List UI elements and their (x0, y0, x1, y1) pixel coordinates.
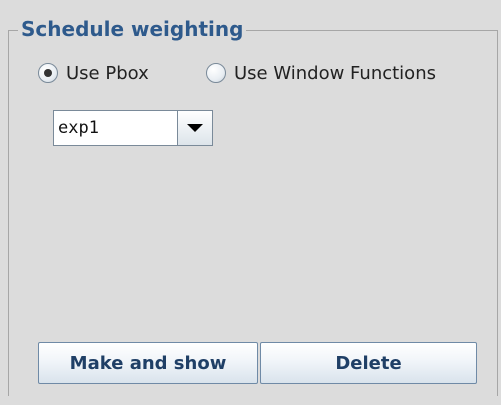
schedule-weighting-panel: Schedule weighting Use Pbox Use Window F… (0, 0, 501, 405)
combo-dropdown-button[interactable] (178, 111, 212, 145)
radio-use-pbox[interactable]: Use Pbox (38, 58, 149, 88)
chevron-down-icon (187, 124, 203, 132)
radio-button-checked-icon[interactable] (38, 63, 58, 83)
radio-label-use-pbox: Use Pbox (66, 62, 149, 84)
radio-button-unchecked-icon[interactable] (206, 63, 226, 83)
radio-label-use-window-functions: Use Window Functions (234, 62, 436, 84)
delete-button[interactable]: Delete (260, 342, 477, 384)
group-title: Schedule weighting (18, 16, 247, 42)
make-and-show-button[interactable]: Make and show (38, 342, 258, 384)
weighting-combo-box[interactable]: exp1 (53, 110, 213, 146)
radio-use-window-functions[interactable]: Use Window Functions (206, 58, 436, 88)
combo-selected-value[interactable]: exp1 (54, 111, 178, 145)
